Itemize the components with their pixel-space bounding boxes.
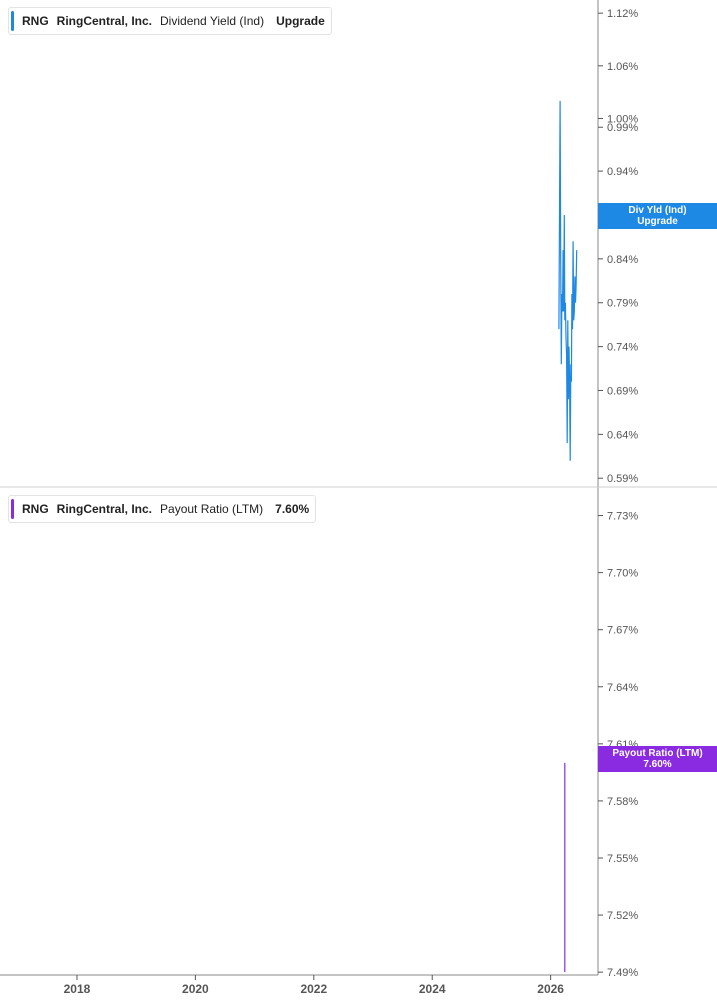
x-tick-label: 2024 — [419, 982, 446, 996]
y-tick-label: 7.52% — [607, 910, 638, 922]
y-tick-label: 7.58% — [607, 796, 638, 808]
y-tick-label: 7.64% — [607, 682, 638, 694]
badge-value: Upgrade — [637, 216, 678, 227]
y-tick-label: 7.70% — [607, 568, 638, 580]
y-tick-label: 7.55% — [607, 853, 638, 865]
x-tick-label: 2026 — [537, 982, 564, 996]
legend-ticker: RNG — [22, 14, 49, 28]
legend-metric: Payout Ratio (LTM) — [160, 502, 264, 516]
y-tick-label: 0.74% — [607, 342, 638, 354]
series-color-swatch — [11, 499, 14, 519]
y-tick-label: 7.49% — [607, 967, 638, 979]
dividend-yield-badge: Div Yld (Ind) Upgrade — [598, 203, 717, 229]
legend-ticker: RNG — [22, 502, 49, 516]
y-tick-label: 0.79% — [607, 298, 638, 310]
payout-ratio-badge: Payout Ratio (LTM) 7.60% — [598, 746, 717, 772]
y-tick-label: 1.06% — [607, 61, 638, 73]
dividend-yield-pane: 1.12%1.06%1.00%0.99%0.94%0.89%0.84%0.79%… — [558, 0, 638, 487]
y-tick-label: 0.64% — [607, 429, 638, 441]
x-tick-label: 2022 — [300, 982, 327, 996]
y-tick-label: 7.73% — [607, 511, 638, 523]
payout-ratio-pane: 7.73%7.70%7.67%7.64%7.61%7.58%7.55%7.52%… — [564, 487, 638, 979]
y-tick-label: 7.67% — [607, 625, 638, 637]
badge-value: 7.60% — [643, 759, 672, 770]
badge-label: Div Yld (Ind) — [628, 205, 687, 216]
legend-company: RingCentral, Inc. — [56, 14, 153, 28]
y-tick-label: 0.94% — [607, 166, 638, 178]
legend-metric: Dividend Yield (Ind) — [160, 14, 265, 28]
x-tick-label: 2020 — [182, 982, 209, 996]
y-tick-label: 1.12% — [607, 8, 638, 20]
dividend-yield-legend: RNG RingCentral, Inc. Dividend Yield (In… — [8, 7, 332, 35]
payout-ratio-legend: RNG RingCentral, Inc. Payout Ratio (LTM)… — [8, 495, 317, 523]
legend-company: RingCentral, Inc. — [56, 502, 153, 516]
badge-label: Payout Ratio (LTM) — [612, 748, 703, 759]
x-tick-label: 2018 — [64, 982, 91, 996]
y-tick-label: 0.99% — [607, 122, 638, 134]
upgrade-link[interactable]: Upgrade — [276, 14, 325, 28]
y-tick-label: 0.84% — [607, 254, 638, 266]
series-color-swatch — [11, 11, 14, 31]
y-tick-label: 0.59% — [607, 473, 638, 485]
legend-value: 7.60% — [275, 502, 310, 516]
dividend-yield-series-line — [558, 100, 578, 461]
y-tick-label: 0.69% — [607, 385, 638, 397]
